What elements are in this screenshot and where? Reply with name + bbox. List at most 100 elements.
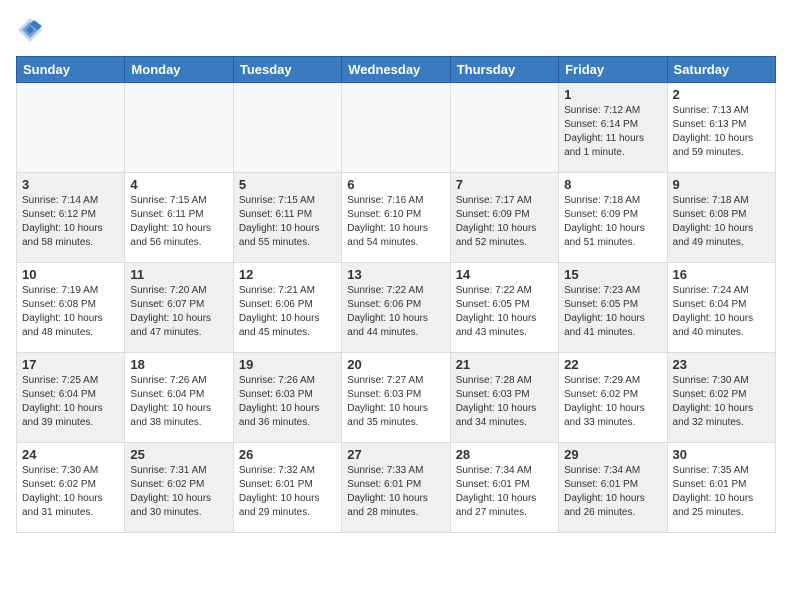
day-info: Sunrise: 7:19 AM Sunset: 6:08 PM Dayligh… [22,284,119,340]
column-header-saturday: Saturday [667,57,775,83]
day-info: Sunrise: 7:14 AM Sunset: 6:12 PM Dayligh… [22,194,119,250]
day-info: Sunrise: 7:30 AM Sunset: 6:02 PM Dayligh… [673,374,770,430]
calendar-cell: 26 Sunrise: 7:32 AM Sunset: 6:01 PM Dayli… [233,443,341,533]
calendar-cell: 29 Sunrise: 7:34 AM Sunset: 6:01 PM Dayli… [559,443,667,533]
day-number: 10 [22,267,119,282]
day-number: 2 [673,87,770,102]
calendar-cell: 5 Sunrise: 7:15 AM Sunset: 6:11 PM Daylig… [233,173,341,263]
page-header [16,16,776,44]
day-number: 19 [239,357,336,372]
day-info: Sunrise: 7:31 AM Sunset: 6:02 PM Dayligh… [130,464,227,520]
calendar-week-row: 17Sunrise: 7:25 AM Sunset: 6:04 PM Dayli… [17,353,776,443]
day-number: 6 [347,177,444,192]
day-info: Sunrise: 7:22 AM Sunset: 6:05 PM Dayligh… [456,284,553,340]
calendar-cell: 17Sunrise: 7:25 AM Sunset: 6:04 PM Dayli… [17,353,125,443]
calendar-cell: 19 Sunrise: 7:26 AM Sunset: 6:03 PM Dayli… [233,353,341,443]
day-number: 11 [130,267,227,282]
day-info: Sunrise: 7:34 AM Sunset: 6:01 PM Dayligh… [456,464,553,520]
logo [16,16,48,44]
calendar-cell: 6 Sunrise: 7:16 AM Sunset: 6:10 PM Daylig… [342,173,450,263]
calendar-cell: 11 Sunrise: 7:20 AM Sunset: 6:07 PM Dayli… [125,263,233,353]
column-header-wednesday: Wednesday [342,57,450,83]
day-number: 3 [22,177,119,192]
day-info: Sunrise: 7:15 AM Sunset: 6:11 PM Dayligh… [239,194,336,250]
day-info: Sunrise: 7:28 AM Sunset: 6:03 PM Dayligh… [456,374,553,430]
calendar-cell: 9 Sunrise: 7:18 AM Sunset: 6:08 PM Daylig… [667,173,775,263]
day-info: Sunrise: 7:13 AM Sunset: 6:13 PM Dayligh… [673,104,770,160]
day-info: Sunrise: 7:18 AM Sunset: 6:09 PM Dayligh… [564,194,661,250]
calendar-cell: 10 Sunrise: 7:19 AM Sunset: 6:08 PM Dayli… [17,263,125,353]
calendar-cell: 30 Sunrise: 7:35 AM Sunset: 6:01 PM Dayli… [667,443,775,533]
day-number: 26 [239,447,336,462]
day-info: Sunrise: 7:27 AM Sunset: 6:03 PM Dayligh… [347,374,444,430]
column-header-friday: Friday [559,57,667,83]
day-number: 30 [673,447,770,462]
day-number: 1 [564,87,661,102]
day-info: Sunrise: 7:33 AM Sunset: 6:01 PM Dayligh… [347,464,444,520]
logo-icon [16,16,44,44]
day-number: 23 [673,357,770,372]
calendar-cell [17,83,125,173]
day-info: Sunrise: 7:23 AM Sunset: 6:05 PM Dayligh… [564,284,661,340]
column-header-monday: Monday [125,57,233,83]
day-info: Sunrise: 7:22 AM Sunset: 6:06 PM Dayligh… [347,284,444,340]
day-info: Sunrise: 7:26 AM Sunset: 6:04 PM Dayligh… [130,374,227,430]
day-info: Sunrise: 7:21 AM Sunset: 6:06 PM Dayligh… [239,284,336,340]
day-info: Sunrise: 7:12 AM Sunset: 6:14 PM Dayligh… [564,104,661,160]
day-number: 16 [673,267,770,282]
calendar-cell: 27 Sunrise: 7:33 AM Sunset: 6:01 PM Dayli… [342,443,450,533]
day-info: Sunrise: 7:16 AM Sunset: 6:10 PM Dayligh… [347,194,444,250]
day-info: Sunrise: 7:24 AM Sunset: 6:04 PM Dayligh… [673,284,770,340]
calendar-cell: 25 Sunrise: 7:31 AM Sunset: 6:02 PM Dayli… [125,443,233,533]
day-number: 9 [673,177,770,192]
day-info: Sunrise: 7:17 AM Sunset: 6:09 PM Dayligh… [456,194,553,250]
calendar-cell: 23 Sunrise: 7:30 AM Sunset: 6:02 PM Dayli… [667,353,775,443]
calendar-cell: 7 Sunrise: 7:17 AM Sunset: 6:09 PM Daylig… [450,173,558,263]
day-number: 8 [564,177,661,192]
calendar-cell: 21 Sunrise: 7:28 AM Sunset: 6:03 PM Dayli… [450,353,558,443]
day-number: 25 [130,447,227,462]
calendar-cell: 15 Sunrise: 7:23 AM Sunset: 6:05 PM Dayli… [559,263,667,353]
calendar-cell: 16 Sunrise: 7:24 AM Sunset: 6:04 PM Dayli… [667,263,775,353]
day-number: 4 [130,177,227,192]
day-number: 5 [239,177,336,192]
calendar-header-row: SundayMondayTuesdayWednesdayThursdayFrid… [17,57,776,83]
day-info: Sunrise: 7:15 AM Sunset: 6:11 PM Dayligh… [130,194,227,250]
day-info: Sunrise: 7:18 AM Sunset: 6:08 PM Dayligh… [673,194,770,250]
calendar-cell [342,83,450,173]
calendar-cell: 4 Sunrise: 7:15 AM Sunset: 6:11 PM Daylig… [125,173,233,263]
day-number: 29 [564,447,661,462]
day-number: 12 [239,267,336,282]
calendar-cell [125,83,233,173]
calendar-cell: 14 Sunrise: 7:22 AM Sunset: 6:05 PM Dayli… [450,263,558,353]
day-number: 20 [347,357,444,372]
calendar-cell: 12 Sunrise: 7:21 AM Sunset: 6:06 PM Dayli… [233,263,341,353]
day-info: Sunrise: 7:34 AM Sunset: 6:01 PM Dayligh… [564,464,661,520]
day-number: 24 [22,447,119,462]
day-number: 22 [564,357,661,372]
calendar-cell [450,83,558,173]
day-info: Sunrise: 7:20 AM Sunset: 6:07 PM Dayligh… [130,284,227,340]
calendar-cell: 28 Sunrise: 7:34 AM Sunset: 6:01 PM Dayli… [450,443,558,533]
column-header-tuesday: Tuesday [233,57,341,83]
day-number: 15 [564,267,661,282]
day-number: 13 [347,267,444,282]
day-number: 21 [456,357,553,372]
day-info: Sunrise: 7:35 AM Sunset: 6:01 PM Dayligh… [673,464,770,520]
day-info: Sunrise: 7:32 AM Sunset: 6:01 PM Dayligh… [239,464,336,520]
column-header-thursday: Thursday [450,57,558,83]
calendar-cell: 22Sunrise: 7:29 AM Sunset: 6:02 PM Dayli… [559,353,667,443]
day-number: 7 [456,177,553,192]
calendar-week-row: 24Sunrise: 7:30 AM Sunset: 6:02 PM Dayli… [17,443,776,533]
day-number: 27 [347,447,444,462]
calendar-cell: 24Sunrise: 7:30 AM Sunset: 6:02 PM Dayli… [17,443,125,533]
calendar-cell: 18Sunrise: 7:26 AM Sunset: 6:04 PM Dayli… [125,353,233,443]
calendar-cell: 2 Sunrise: 7:13 AM Sunset: 6:13 PM Daylig… [667,83,775,173]
calendar-cell: 13 Sunrise: 7:22 AM Sunset: 6:06 PM Dayli… [342,263,450,353]
calendar-cell: 20 Sunrise: 7:27 AM Sunset: 6:03 PM Dayli… [342,353,450,443]
day-number: 28 [456,447,553,462]
day-number: 17 [22,357,119,372]
calendar-cell: 3 Sunrise: 7:14 AM Sunset: 6:12 PM Daylig… [17,173,125,263]
day-number: 14 [456,267,553,282]
day-info: Sunrise: 7:26 AM Sunset: 6:03 PM Dayligh… [239,374,336,430]
